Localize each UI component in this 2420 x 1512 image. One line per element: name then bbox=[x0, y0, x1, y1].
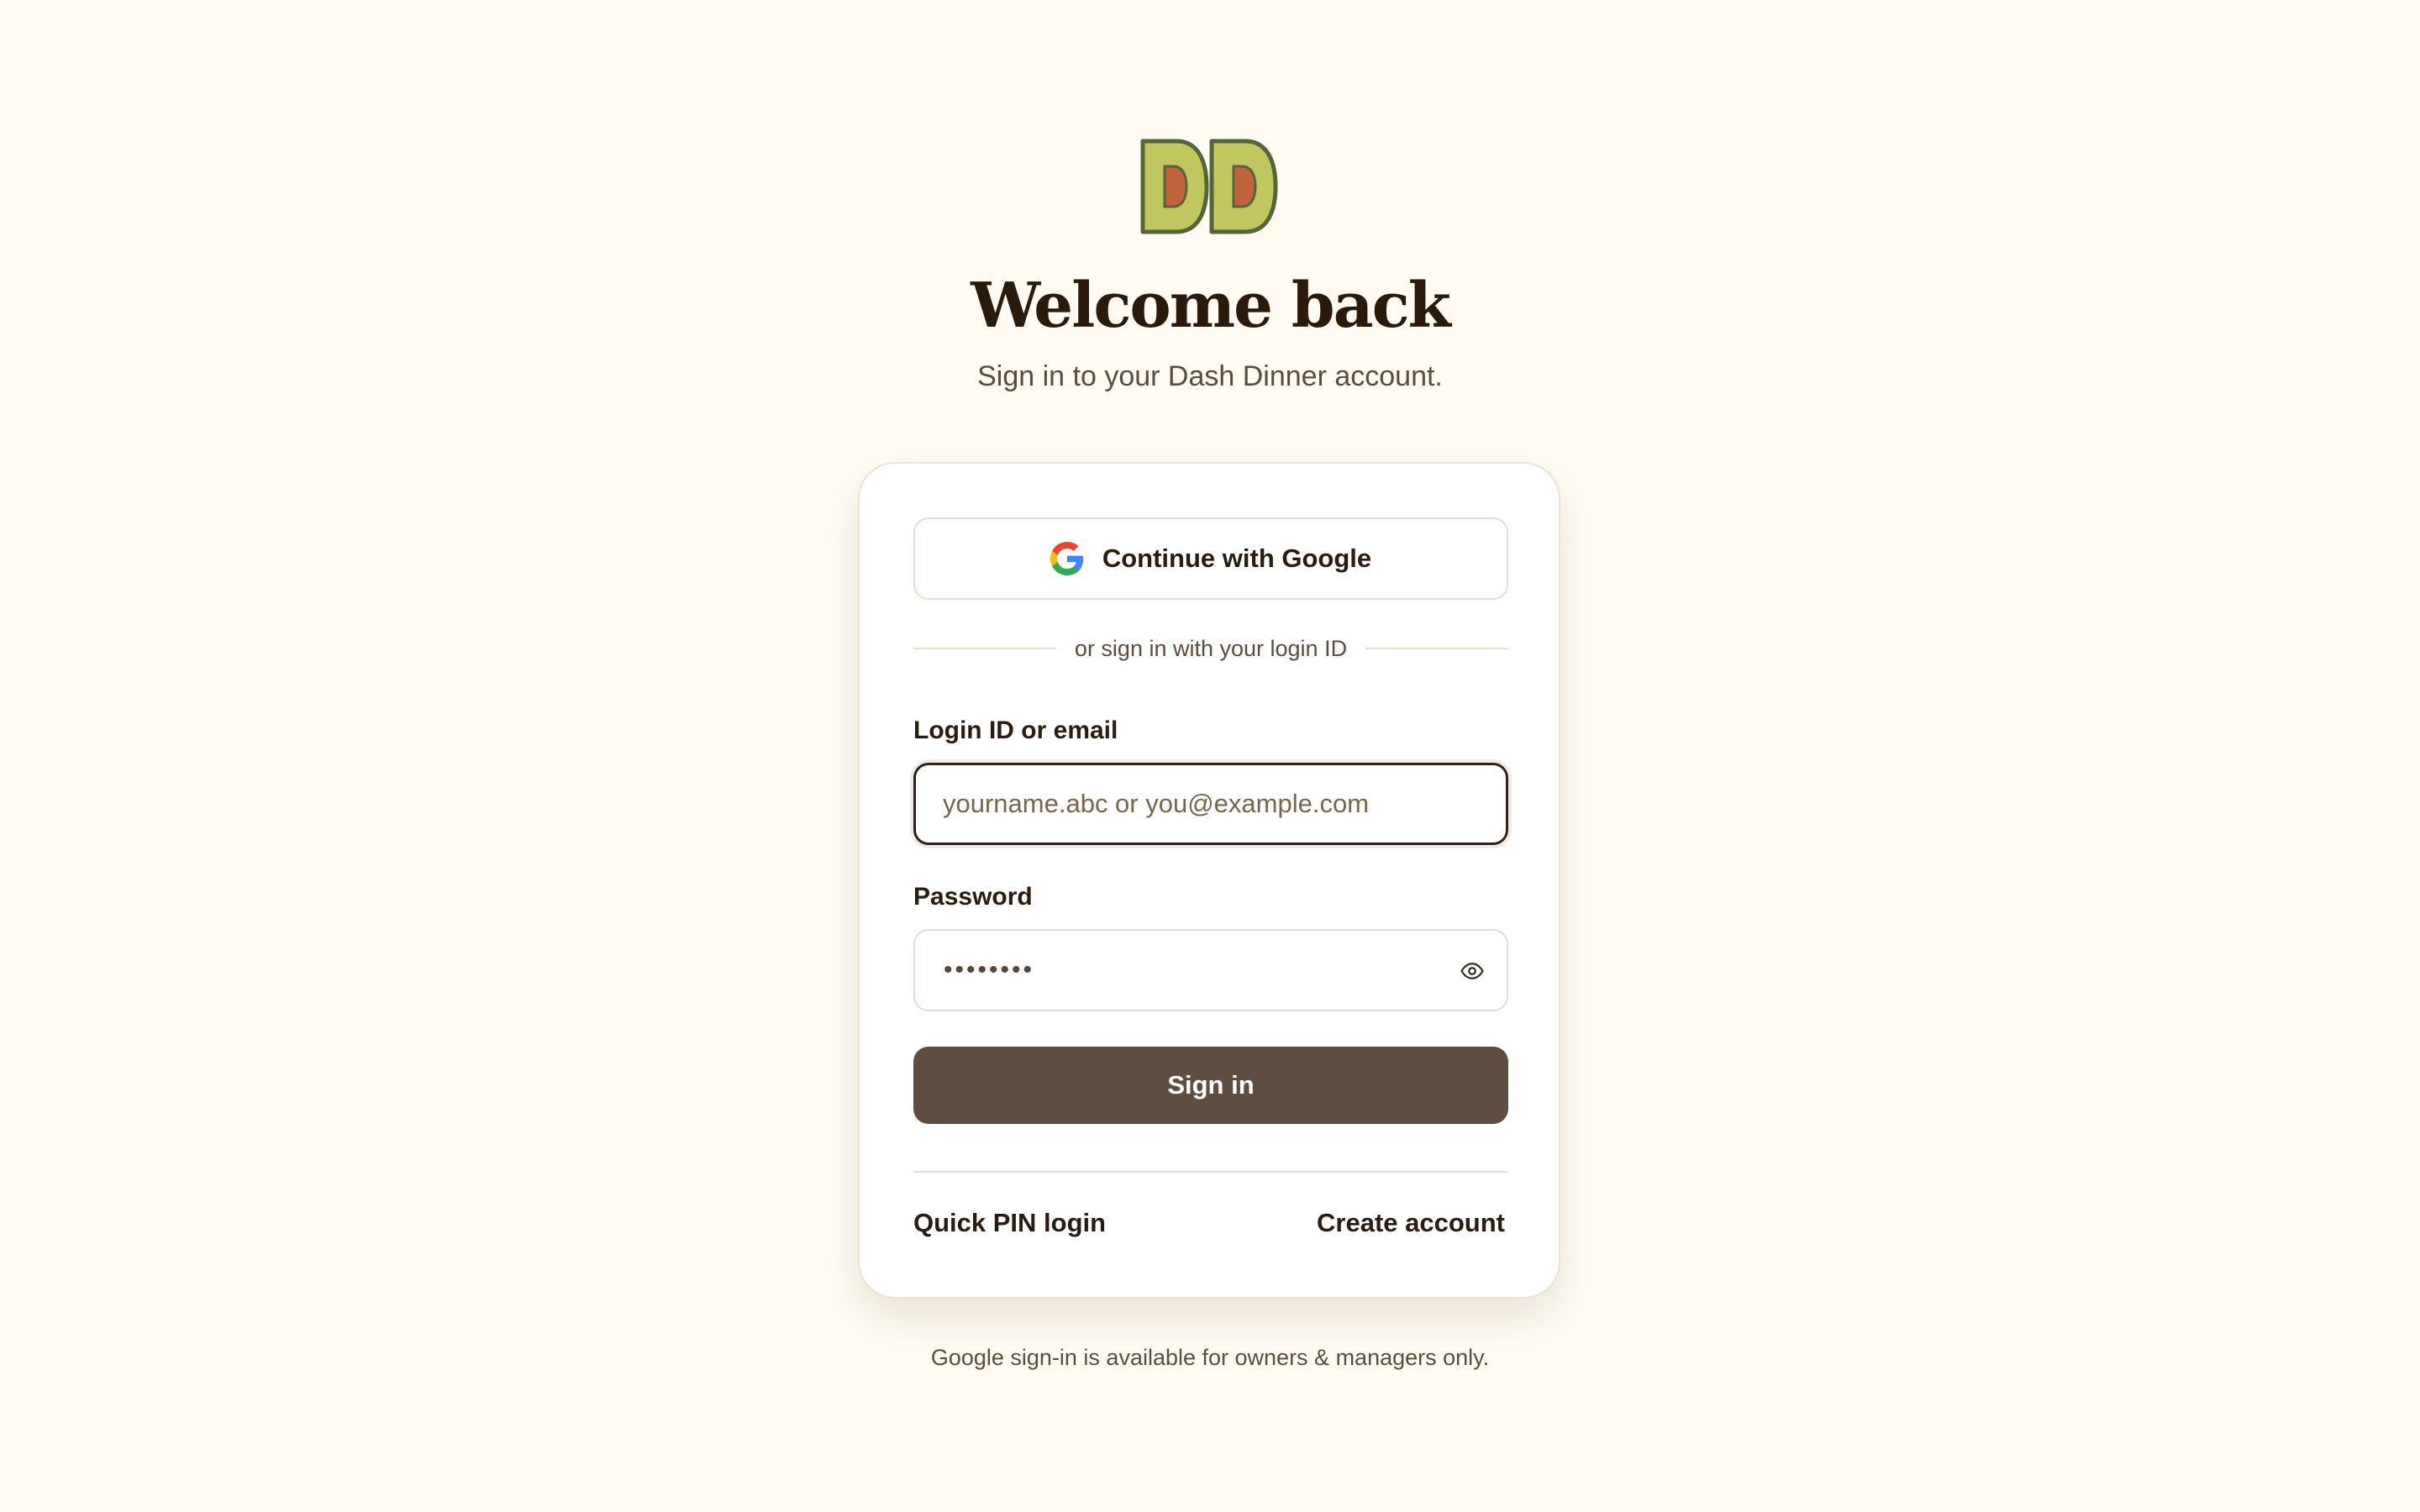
password-field[interactable]: •••••••• bbox=[913, 929, 1508, 1011]
google-sign-in-note: Google sign-in is available for owners &… bbox=[930, 1345, 1490, 1370]
page-title: Welcome back bbox=[971, 270, 1451, 342]
sign-in-button[interactable]: Sign in bbox=[913, 1047, 1508, 1124]
card-bottom-divider bbox=[913, 1171, 1508, 1173]
eye-icon[interactable] bbox=[1460, 958, 1485, 984]
divider-line-left bbox=[913, 648, 1056, 649]
quick-pin-login-link[interactable]: Quick PIN login bbox=[913, 1206, 1106, 1240]
login-card: Continue with Google or sign in with you… bbox=[858, 462, 1560, 1299]
google-g-icon bbox=[1050, 542, 1083, 575]
login-id-label: Login ID or email bbox=[913, 717, 1118, 744]
create-account-link[interactable]: Create account bbox=[1317, 1206, 1505, 1240]
password-masked-value: •••••••• bbox=[944, 956, 1035, 984]
logo-inner-left bbox=[1163, 165, 1188, 208]
divider-text: or sign in with your login ID bbox=[1074, 635, 1348, 661]
divider-line-right bbox=[1365, 648, 1508, 649]
continue-with-google-label: Continue with Google bbox=[1102, 543, 1372, 573]
login-id-field-wrapper bbox=[913, 763, 1508, 845]
password-label: Password bbox=[913, 883, 1033, 911]
dash-dinner-logo bbox=[1140, 139, 1278, 234]
logo-inner-right bbox=[1232, 165, 1257, 208]
login-id-input[interactable] bbox=[916, 765, 1506, 843]
continue-with-google-button[interactable]: Continue with Google bbox=[913, 517, 1508, 600]
page-subtitle: Sign in to your Dash Dinner account. bbox=[977, 360, 1443, 392]
sign-in-divider: or sign in with your login ID bbox=[913, 632, 1508, 665]
